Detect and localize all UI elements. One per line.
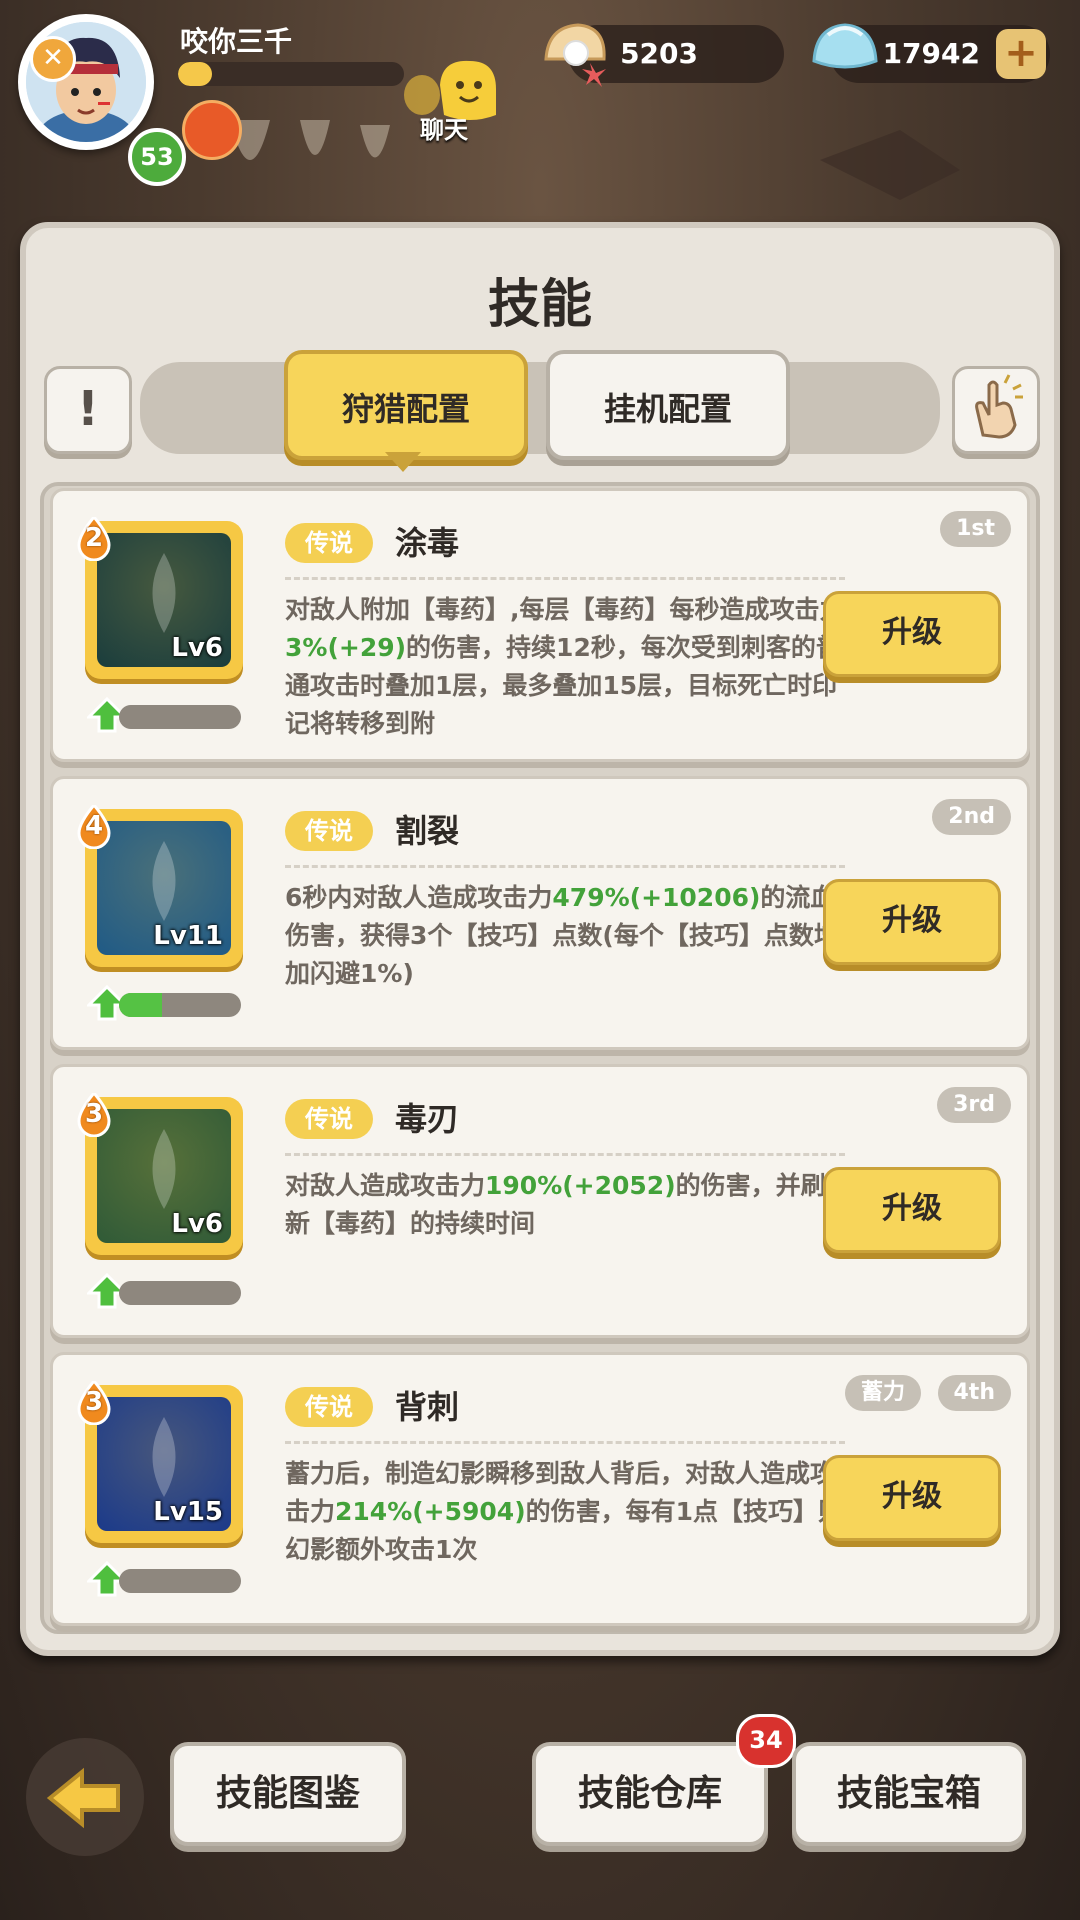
skill-storage-button[interactable]: 技能仓库 xyxy=(532,1742,768,1846)
rank-tag: 2nd xyxy=(932,799,1011,835)
upgrade-button[interactable]: 升级 xyxy=(823,1455,1001,1541)
charge-tag: 蓄力 xyxy=(844,1375,921,1411)
quality-badge: 传说 xyxy=(285,1387,373,1427)
chat-label: 聊天 xyxy=(420,116,468,144)
player-name: 咬你三千 xyxy=(180,25,293,58)
skill-card[interactable]: Lv6 3 传说 毒刃 对敌人造成攻击力190%(+2052)的伤害，并刷新【毒… xyxy=(50,1064,1030,1338)
star-count: 3 xyxy=(84,1099,104,1129)
skill-card[interactable]: Lv6 2 传说 涂毒 对敌人附加【毒药】,每层【毒药】每秒造成攻击力 3%(+2… xyxy=(50,488,1030,762)
skill-codex-button[interactable]: 技能图鉴 xyxy=(170,1742,406,1846)
tab-hunt-config[interactable]: 狩猎配置 xyxy=(284,350,528,460)
pearl-counter: 5203 xyxy=(544,23,784,87)
desc-highlight-percent: 190% xyxy=(485,1171,563,1200)
skill-level: Lv6 xyxy=(171,633,223,663)
skill-icon: Lv11 xyxy=(97,821,231,955)
desc-bonus-value: (+29) xyxy=(327,633,407,662)
quality-badge: 传说 xyxy=(285,1099,373,1139)
rank-chip-icon[interactable] xyxy=(182,100,242,160)
gem-counter: 17942 + xyxy=(812,23,1050,83)
divider xyxy=(285,865,845,868)
desc-bonus-value: (+5904) xyxy=(412,1497,526,1526)
skill-name: 涂毒 xyxy=(395,524,460,562)
divider xyxy=(285,577,845,580)
quality-badge: 传说 xyxy=(285,811,373,851)
desc-highlight-percent: 479% xyxy=(552,883,630,912)
upgrade-button[interactable]: 升级 xyxy=(823,879,1001,965)
skill-name: 背刺 xyxy=(395,1388,460,1426)
desc-text: 对敌人造成攻击力 xyxy=(285,1171,486,1200)
skill-icon: Lv6 xyxy=(97,533,231,667)
star-count: 3 xyxy=(84,1387,104,1417)
skill-card[interactable]: Lv15 3 传说 背刺 蓄力后，制造幻影瞬移到敌人背后，对敌人造成攻击力214… xyxy=(50,1352,1030,1626)
skill-description: 6秒内对敌人造成攻击力479%(+10206)的流血伤害，获得3个【技巧】点数(… xyxy=(285,879,847,1029)
skill-icon: Lv6 xyxy=(97,1109,231,1243)
skill-name: 毒刃 xyxy=(395,1100,460,1138)
desc-highlight-percent: 3% xyxy=(285,633,328,662)
skill-level: Lv6 xyxy=(171,1209,223,1239)
skill-icon: Lv15 xyxy=(97,1397,231,1531)
skill-description: 对敌人造成攻击力190%(+2052)的伤害，并刷新【毒药】的持续时间 xyxy=(285,1167,847,1317)
close-icon[interactable]: ✕ xyxy=(30,36,76,82)
add-gems-button[interactable]: + xyxy=(996,29,1046,79)
storage-notification-badge: 34 xyxy=(736,1714,796,1768)
tab-idle-config[interactable]: 挂机配置 xyxy=(546,350,790,460)
exp-bar-fill xyxy=(178,62,212,86)
info-button[interactable]: ! xyxy=(44,366,132,454)
upgrade-button[interactable]: 升级 xyxy=(823,1167,1001,1253)
page-title: 技能 xyxy=(487,275,592,335)
desc-highlight-percent: 214% xyxy=(335,1497,413,1526)
skill-card[interactable]: Lv11 4 传说 割裂 6秒内对敌人造成攻击力479%(+10206)的流血伤… xyxy=(50,776,1030,1050)
divider xyxy=(285,1153,845,1156)
rank-tag: 1st xyxy=(940,511,1011,547)
skill-progress-bar xyxy=(119,1569,241,1593)
shell-gem-icon xyxy=(812,23,878,69)
quality-badge: 传说 xyxy=(285,523,373,563)
back-arrow-icon xyxy=(46,1767,120,1829)
upgrade-button[interactable]: 升级 xyxy=(823,591,1001,677)
skill-progress-fill xyxy=(119,993,162,1017)
skill-chest-button[interactable]: 技能宝箱 xyxy=(792,1742,1026,1846)
skill-name: 割裂 xyxy=(395,812,460,850)
skill-progress-bar xyxy=(119,705,241,729)
desc-bonus-value: (+10206) xyxy=(629,883,761,912)
skill-level: Lv11 xyxy=(153,921,223,951)
star-count: 2 xyxy=(84,523,104,553)
gem-count: 17942 xyxy=(882,37,980,70)
player-avatar[interactable]: ✕ 53 xyxy=(18,14,186,186)
tab-pointer xyxy=(385,452,421,472)
hand-icon xyxy=(975,374,1023,439)
desc-bonus-value: (+2052) xyxy=(562,1171,676,1200)
tab-bar xyxy=(140,362,940,454)
skill-progress-bar xyxy=(119,1281,241,1305)
rank-tag: 3rd xyxy=(937,1087,1011,1123)
exp-bar xyxy=(178,62,404,86)
pearl-shell-icon xyxy=(544,23,606,87)
skill-level: Lv15 xyxy=(153,1497,223,1527)
pearl-count: 5203 xyxy=(620,37,698,70)
player-level-badge: 53 xyxy=(128,128,186,186)
divider xyxy=(285,1441,845,1444)
rank-tag: 4th xyxy=(937,1375,1011,1411)
skill-description: 对敌人附加【毒药】,每层【毒药】每秒造成攻击力3%(+29)的伤害，持续12秒，… xyxy=(285,591,847,741)
hand-tap-button[interactable] xyxy=(952,366,1040,454)
desc-text: 6秒内对敌人造成攻击力 xyxy=(285,883,553,912)
star-count: 4 xyxy=(84,811,104,841)
skill-description: 蓄力后，制造幻影瞬移到敌人背后，对敌人造成攻击力214%(+5904)的伤害，每… xyxy=(285,1455,847,1605)
back-button[interactable] xyxy=(26,1738,144,1856)
skill-progress-bar xyxy=(119,993,241,1017)
desc-text: 对敌人附加【毒药】,每层【毒药】每秒造成攻击力 xyxy=(285,595,845,624)
